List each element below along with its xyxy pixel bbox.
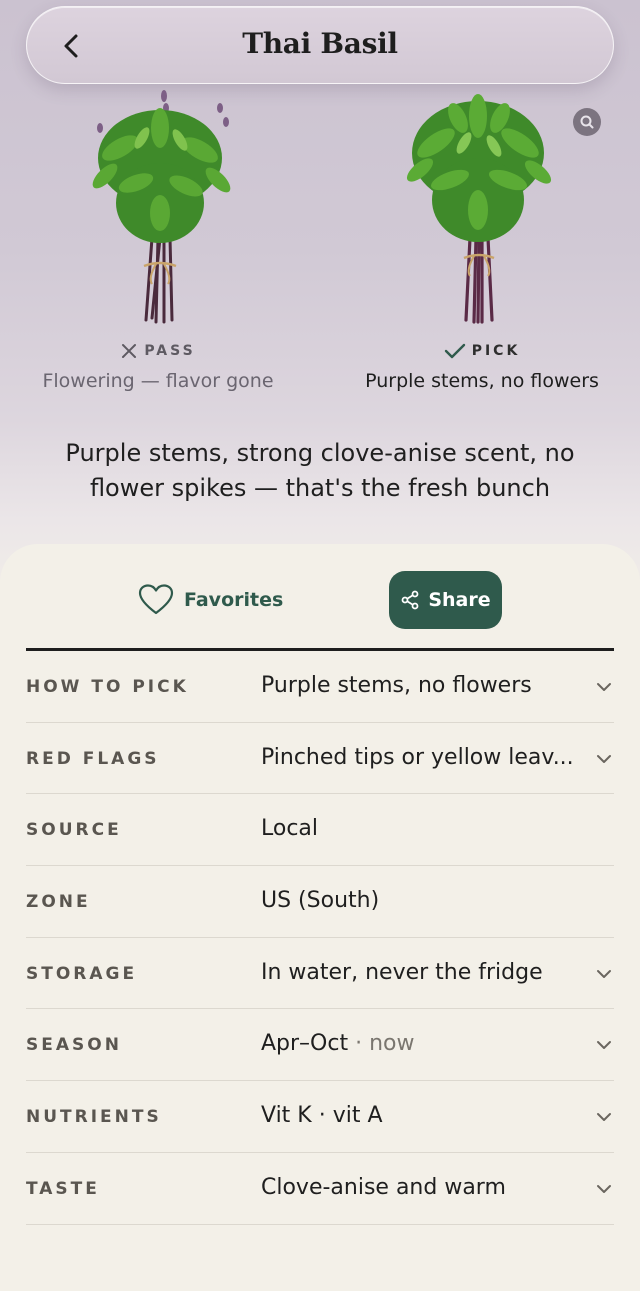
detail-row-storage[interactable]: STORAGE In water, never the fridge <box>26 938 614 1010</box>
details-table: HOW TO PICK Purple stems, no flowers RED… <box>26 648 614 1225</box>
chevron-down-icon[interactable] <box>594 1035 614 1055</box>
detail-value: In water, never the fridge <box>261 959 543 985</box>
detail-row-taste[interactable]: TASTE Clove-anise and warm <box>26 1153 614 1225</box>
chevron-down-icon[interactable] <box>594 964 614 984</box>
detail-value: Local <box>261 816 319 842</box>
detail-label: NUTRIENTS <box>26 1107 162 1128</box>
detail-row-red-flags[interactable]: RED FLAGS Pinched tips or yellow leav... <box>26 723 614 795</box>
detail-label: ZONE <box>26 892 91 913</box>
detail-value: Pinched tips or yellow leav... <box>261 744 574 770</box>
detail-row-season[interactable]: SEASON Apr–Oct · now <box>26 1009 614 1082</box>
detail-value: Purple stems, no flowers <box>261 673 532 698</box>
favorites-label: Favorites <box>184 589 284 611</box>
fresh-basil-image <box>378 88 578 328</box>
detail-row-how-to-pick[interactable]: HOW TO PICK Purple stems, no flowers <box>26 651 614 723</box>
share-button[interactable]: Share <box>389 571 502 629</box>
detail-row-source: SOURCE Local <box>26 794 614 867</box>
search-icon <box>580 115 594 129</box>
detail-value: Apr–Oct · now <box>261 1031 415 1057</box>
page-title: Thai Basil <box>242 27 398 60</box>
detail-label: RED FLAGS <box>26 748 160 769</box>
pass-tag: PASS <box>144 343 196 359</box>
zoom-button[interactable] <box>573 108 601 136</box>
check-icon <box>444 343 465 359</box>
details-sheet: Favorites Share HOW TO PICK Purple stems… <box>0 544 640 1291</box>
share-icon <box>401 590 419 610</box>
chevron-down-icon[interactable] <box>594 749 614 769</box>
detail-label: HOW TO PICK <box>26 677 189 697</box>
chevron-down-icon[interactable] <box>594 677 614 697</box>
pass-verdict: PASS Flowering — flavor gone <box>8 340 308 392</box>
favorites-button[interactable]: Favorites <box>138 580 283 620</box>
chevron-down-icon[interactable] <box>594 1179 614 1199</box>
detail-value: Clove-anise and warm <box>261 1174 506 1200</box>
detail-value: US (South) <box>261 888 380 914</box>
detail-label: TASTE <box>26 1178 100 1199</box>
season-now-note: · now <box>348 1031 415 1057</box>
pick-verdict: PICK Purple stems, no flowers <box>332 340 632 392</box>
detail-label: SEASON <box>26 1035 122 1056</box>
pass-caption: Flowering — flavor gone <box>42 370 274 392</box>
detail-value: Vit K · vit A <box>261 1103 383 1129</box>
share-label: Share <box>428 589 491 611</box>
pick-tag: PICK <box>471 343 521 359</box>
detail-label: SOURCE <box>26 820 122 841</box>
detail-label: STORAGE <box>26 963 138 984</box>
summary-text: Purple stems, strong clove-anise scent, … <box>65 439 575 502</box>
x-icon <box>122 344 137 358</box>
detail-row-zone: ZONE US (South) <box>26 866 614 938</box>
flowering-basil-image <box>60 88 260 328</box>
header-bar: Thai Basil <box>26 6 614 84</box>
chevron-down-icon[interactable] <box>594 1107 614 1127</box>
detail-row-nutrients[interactable]: NUTRIENTS Vit K · vit A <box>26 1081 614 1153</box>
heart-icon <box>138 584 174 615</box>
pick-caption: Purple stems, no flowers <box>365 370 599 392</box>
